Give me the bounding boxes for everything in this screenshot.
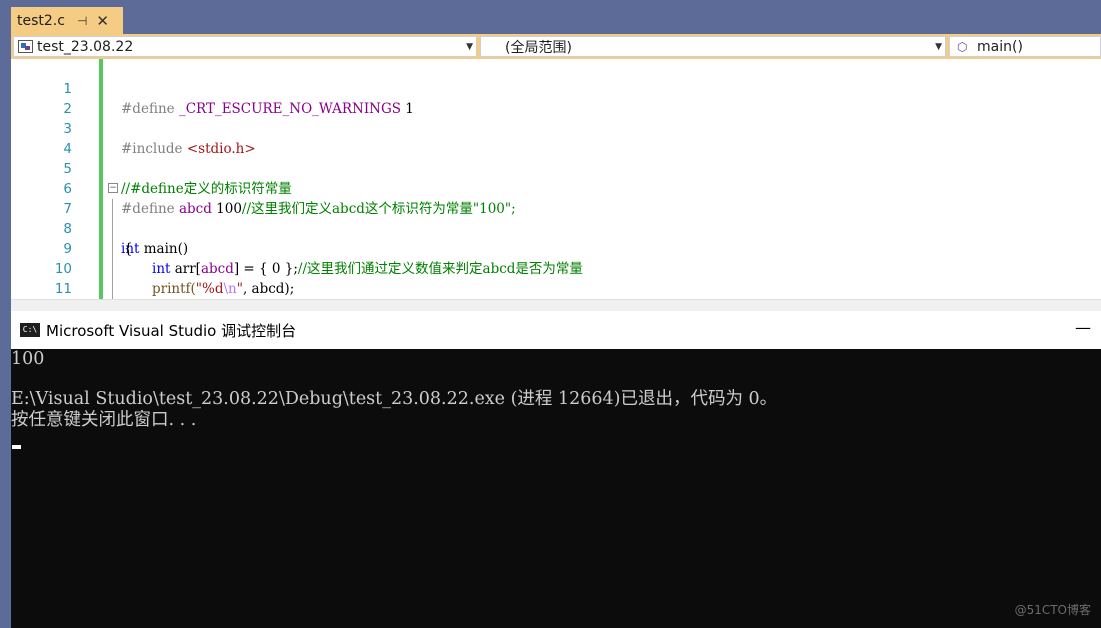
project-label: test_23.08.22	[37, 38, 134, 55]
function-cube-icon: ⬡	[957, 40, 968, 54]
scope-dropdown[interactable]: (全局范围) ▼	[480, 36, 946, 57]
console-title: Microsoft Visual Studio 调试控制台	[46, 321, 297, 340]
code-line: 3 #include <stdio.h>	[11, 99, 1101, 157]
code-editor[interactable]: 1 #define _CRT_ESCURE_NO_WARNINGS 1 2 3 …	[11, 59, 1101, 311]
document-tab-bar: test2.c ⊣ ✕	[0, 0, 1101, 34]
code-line: 2	[11, 79, 1101, 117]
console-icon: C:\	[20, 323, 40, 337]
collapse-icon[interactable]: −	[108, 183, 118, 193]
code-line: 10 printf("%d\n", abcd);	[11, 239, 1101, 297]
chevron-down-icon: ▼	[935, 42, 942, 52]
code-line: 6 #define abcd 100//这里我们定义abcd这个标识符为常量"1…	[11, 159, 1101, 217]
project-icon	[18, 40, 33, 53]
tab-label: test2.c	[17, 12, 65, 29]
code-line: 7 − int main()	[11, 179, 1101, 257]
code-line: 8 {	[11, 199, 1101, 257]
horizontal-scrollbar[interactable]	[11, 299, 1101, 311]
function-dropdown[interactable]: ⬡ main()	[949, 36, 1101, 57]
code-line: 9 int arr[abcd] = { 0 };//这里我们通过定义数值来判定a…	[11, 219, 1101, 277]
text-cursor	[12, 445, 21, 449]
debug-console-window: C:\ Microsoft Visual Studio 调试控制台 — 100 …	[11, 311, 1101, 628]
console-line: 按任意键关闭此窗口. . .	[11, 410, 197, 430]
chevron-down-icon: ▼	[466, 42, 473, 52]
code-line: 1 #define _CRT_ESCURE_NO_WARNINGS 1	[11, 59, 1101, 117]
pin-icon[interactable]: ⊣	[77, 14, 87, 28]
code-line: 5 //#define定义的标识符常量	[11, 139, 1101, 197]
console-line: 100	[11, 349, 45, 369]
function-label: main()	[977, 38, 1023, 55]
minimize-button[interactable]: —	[1075, 318, 1091, 337]
tab-test2-c[interactable]: test2.c ⊣ ✕	[11, 7, 123, 34]
scope-label: (全局范围)	[505, 39, 572, 56]
console-title-bar[interactable]: C:\ Microsoft Visual Studio 调试控制台 —	[11, 311, 1101, 349]
watermark: @51CTO博客	[1014, 603, 1091, 617]
code-line: 12 }	[11, 279, 1101, 311]
code-line: 11 return 0;	[11, 259, 1101, 311]
console-output[interactable]: 100 E:\Visual Studio\test_23.08.22\Debug…	[11, 349, 1101, 628]
close-icon[interactable]: ✕	[96, 12, 109, 30]
console-line: E:\Visual Studio\test_23.08.22\Debug\tes…	[11, 389, 778, 409]
navigation-bar: test_23.08.22 ▼ (全局范围) ▼ ⬡ main()	[11, 34, 1101, 59]
project-dropdown[interactable]: test_23.08.22 ▼	[13, 36, 477, 57]
code-line: 4	[11, 119, 1101, 157]
